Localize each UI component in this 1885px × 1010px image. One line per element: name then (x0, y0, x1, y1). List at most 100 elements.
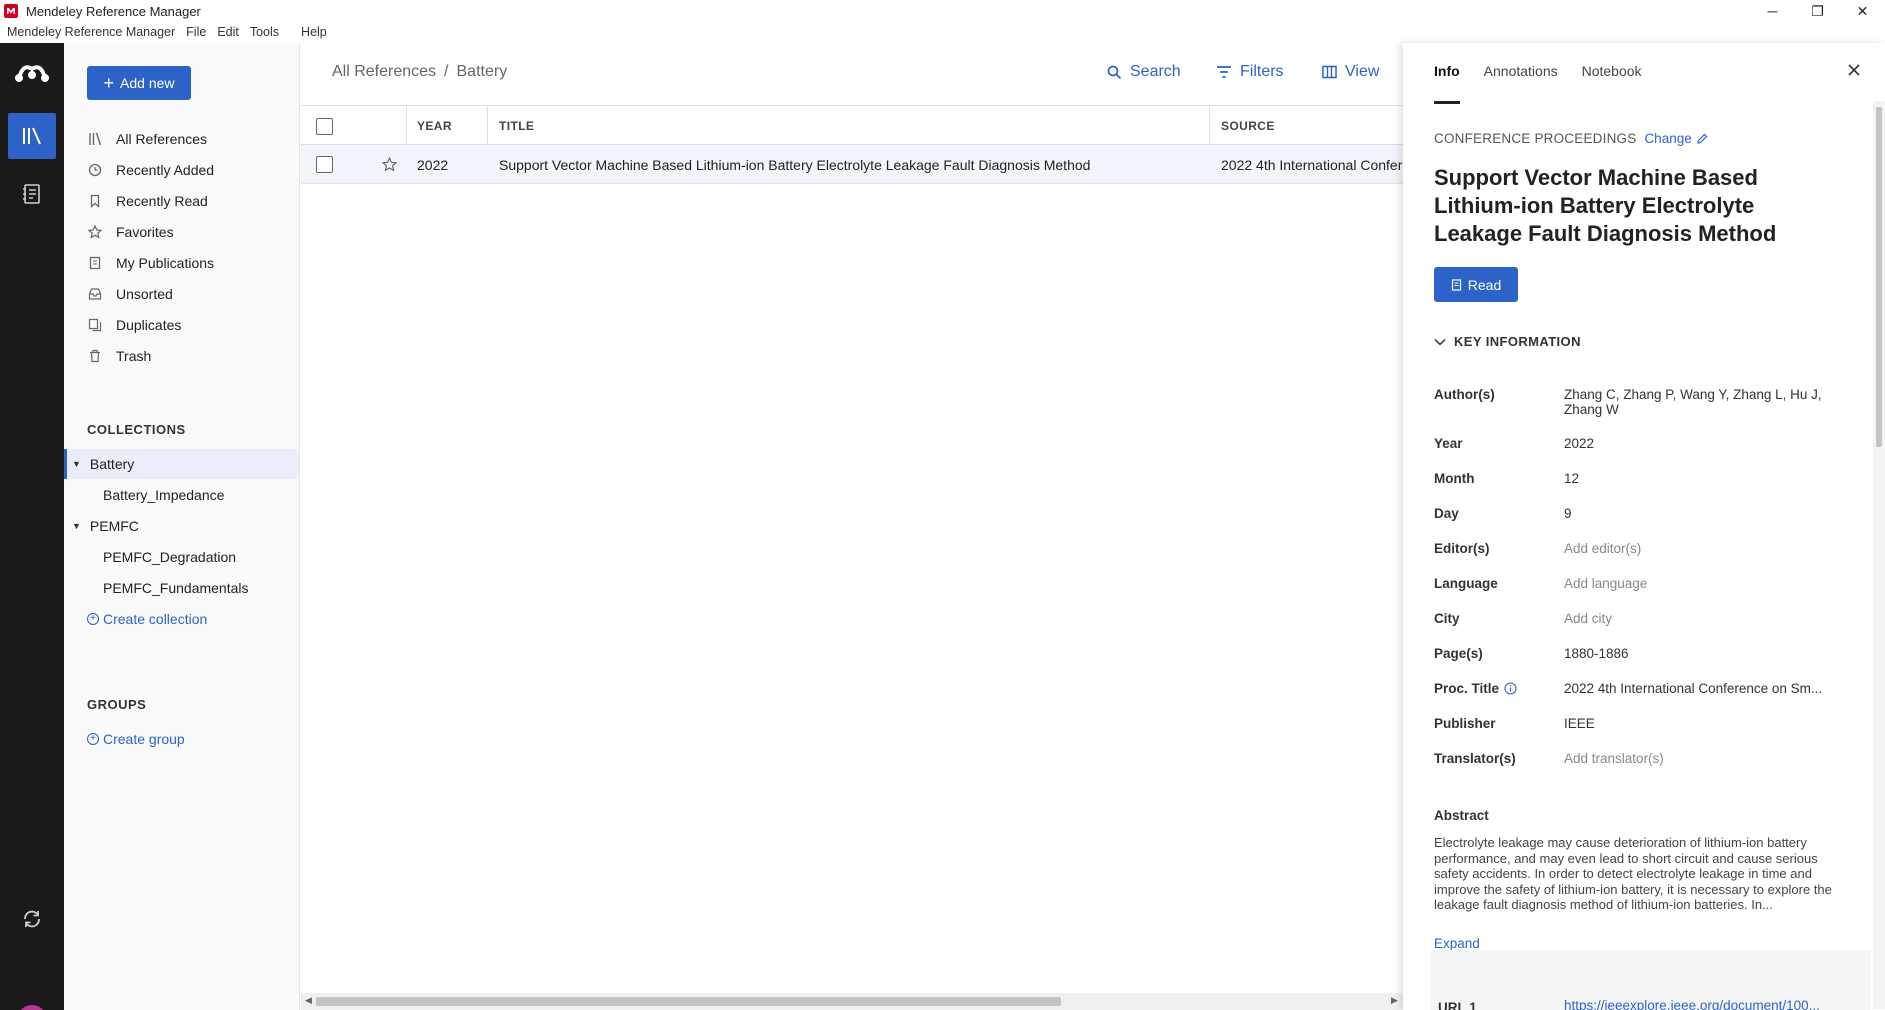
collapse-triangle-icon[interactable]: ▼ (72, 521, 81, 531)
field-value[interactable]: 12 (1564, 471, 1834, 486)
sidebar-item-label: All References (116, 131, 208, 147)
menu-file[interactable]: File (186, 25, 206, 39)
pencil-icon (1696, 133, 1708, 144)
add-new-button[interactable]: + Add new (87, 66, 191, 100)
field-value[interactable]: Zhang C, Zhang P, Wang Y, Zhang L, Hu J,… (1564, 387, 1834, 417)
column-header-year[interactable]: YEAR (417, 106, 452, 146)
info-icon[interactable] (1504, 682, 1517, 695)
notebook-nav-button[interactable] (8, 174, 56, 214)
search-button[interactable]: Search (1107, 63, 1181, 81)
field-label: Author(s) (1434, 387, 1495, 402)
field-value[interactable]: 2022 4th International Conference on Sm.… (1564, 681, 1829, 696)
star-icon (88, 225, 102, 239)
read-button[interactable]: Read (1434, 267, 1518, 302)
filters-button[interactable]: Filters (1216, 63, 1284, 81)
restore-button[interactable]: ❐ (1795, 0, 1840, 22)
breadcrumb-root[interactable]: All References (332, 63, 436, 80)
breadcrumb-current: Battery (456, 63, 508, 80)
close-window-button[interactable]: ✕ (1840, 0, 1885, 22)
collection-label: Battery (89, 456, 135, 472)
field-value[interactable]: 2022 (1564, 436, 1834, 451)
minimize-button[interactable]: ─ (1750, 0, 1795, 22)
field-label: Translator(s) (1434, 751, 1516, 766)
favorite-star-icon[interactable] (382, 145, 397, 184)
trash-icon (88, 349, 102, 363)
search-label: Search (1130, 63, 1181, 80)
column-header-title[interactable]: TITLE (499, 106, 534, 146)
mendeley-logo-icon[interactable] (13, 61, 51, 85)
collection-pemfc-degradation[interactable]: PEMFC_Degradation (64, 542, 299, 572)
expand-abstract-link[interactable]: Expand (1434, 936, 1480, 951)
field-value[interactable]: Add translator(s) (1564, 751, 1834, 766)
scrollbar-thumb[interactable] (1876, 107, 1882, 447)
view-button[interactable]: View (1322, 63, 1379, 81)
create-collection-link[interactable]: + Create collection (87, 611, 207, 627)
collection-battery-impedance[interactable]: Battery_Impedance (64, 480, 299, 510)
library-nav-button[interactable] (8, 113, 56, 159)
column-header-source[interactable]: SOURCE (1221, 106, 1275, 146)
sidebar-item-unsorted[interactable]: Unsorted (88, 284, 173, 304)
row-checkbox[interactable] (316, 145, 333, 184)
field-label: Proc. Title (1434, 681, 1517, 696)
menu-help[interactable]: Help (301, 25, 327, 39)
field-value[interactable]: Add city (1564, 611, 1834, 626)
field-value[interactable]: IEEE (1564, 716, 1834, 731)
active-tab-indicator (1434, 101, 1460, 104)
field-label: Publisher (1434, 716, 1496, 731)
sidebar-item-label: Trash (116, 348, 152, 364)
collection-pemfc-fundamentals[interactable]: PEMFC_Fundamentals (64, 573, 299, 603)
reference-title[interactable]: Support Vector Machine Based Lithium-ion… (1434, 164, 1824, 248)
sidebar-item-favorites[interactable]: Favorites (88, 222, 174, 242)
field-value[interactable]: 9 (1564, 506, 1834, 521)
sidebar-item-label: Recently Added (116, 162, 215, 178)
row-source: 2022 4th International Conference (1221, 156, 1403, 173)
user-avatar[interactable]: HS (17, 1005, 47, 1010)
reference-type: CONFERENCE PROCEEDINGS Change (1434, 131, 1708, 146)
menu-tools[interactable]: Tools (250, 25, 279, 39)
field-value[interactable]: Add language (1564, 576, 1834, 591)
library-sidebar: + Add new All References Recently Added … (64, 43, 300, 1010)
field-label: Month (1434, 471, 1475, 486)
scroll-left-arrow-icon[interactable]: ◀ (305, 995, 312, 1006)
window-title: Mendeley Reference Manager (26, 3, 201, 19)
window-titlebar: Mendeley Reference Manager ─ ❐ ✕ (0, 0, 1885, 22)
field-value[interactable]: 1880-1886 (1564, 646, 1834, 661)
scrollbar-thumb[interactable] (316, 997, 1061, 1006)
change-type-button[interactable]: Change (1644, 131, 1708, 146)
panel-tabs: Info Annotations Notebook (1434, 63, 1642, 79)
sidebar-item-all-references[interactable]: All References (88, 129, 207, 149)
key-information-toggle[interactable]: KEY INFORMATION (1434, 334, 1581, 349)
filter-icon (1217, 66, 1231, 78)
tab-notebook[interactable]: Notebook (1582, 63, 1642, 79)
horizontal-scrollbar[interactable]: ◀ ▶ (301, 993, 1403, 1010)
close-panel-button[interactable] (1845, 61, 1863, 79)
menu-bar: Mendeley Reference Manager File Edit Too… (0, 22, 331, 42)
sync-button[interactable] (16, 903, 48, 935)
filters-label: Filters (1240, 63, 1284, 80)
select-all-checkbox[interactable] (316, 106, 333, 146)
field-value[interactable]: Add editor(s) (1564, 541, 1834, 556)
sidebar-item-recently-added[interactable]: Recently Added (88, 160, 214, 180)
menu-edit[interactable]: Edit (217, 25, 239, 39)
sidebar-item-trash[interactable]: Trash (88, 346, 151, 366)
table-row[interactable]: 2022 Support Vector Machine Based Lithiu… (301, 145, 1403, 184)
tab-info[interactable]: Info (1434, 63, 1460, 79)
collection-pemfc[interactable]: ▼ PEMFC (64, 511, 299, 541)
scroll-right-arrow-icon[interactable]: ▶ (1391, 995, 1398, 1006)
add-circle-icon: + (87, 733, 99, 745)
menu-app[interactable]: Mendeley Reference Manager (7, 25, 175, 39)
panel-vertical-scrollbar[interactable] (1873, 101, 1885, 1009)
tab-annotations[interactable]: Annotations (1484, 63, 1558, 79)
sidebar-item-duplicates[interactable]: Duplicates (88, 315, 181, 335)
url-link[interactable]: https://ieeexplore.ieee.org/document/100… (1564, 998, 1820, 1010)
sidebar-item-recently-read[interactable]: Recently Read (88, 191, 208, 211)
sidebar-item-my-publications[interactable]: My Publications (88, 253, 214, 273)
groups-heading: GROUPS (87, 697, 147, 712)
collapse-triangle-icon[interactable]: ▼ (72, 459, 81, 469)
document-read-icon (1451, 278, 1461, 291)
collection-battery[interactable]: ▼ Battery (64, 449, 299, 479)
read-label: Read (1467, 276, 1502, 293)
sidebar-item-label: Recently Read (116, 193, 208, 209)
field-label: Day (1434, 506, 1459, 521)
create-group-link[interactable]: + Create group (87, 731, 185, 747)
